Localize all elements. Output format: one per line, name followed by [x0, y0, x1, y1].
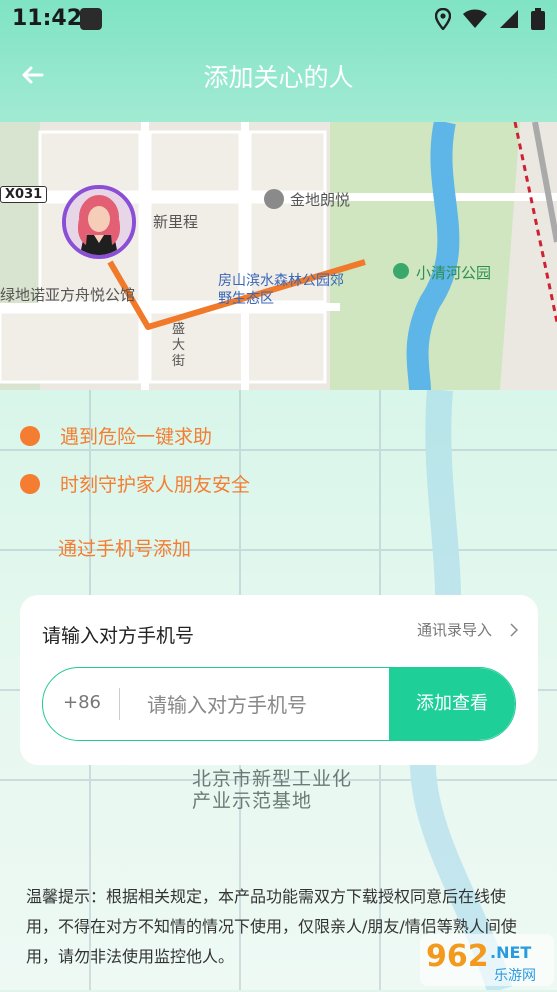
page-title: 添加关心的人	[203, 63, 354, 92]
svg-text:.NET: .NET	[490, 943, 531, 962]
app-notification-icon	[80, 8, 102, 30]
phone-input-card: 请输入对方手机号 通讯录导入 +86 添加查看	[20, 595, 538, 765]
status-time: 11:42	[12, 6, 83, 31]
avatar[interactable]	[62, 185, 136, 259]
svg-text:962: 962	[426, 939, 489, 974]
add-view-button[interactable]: 添加查看	[389, 668, 515, 740]
background-map-label: 北京市新型工业化产业示范基地	[192, 768, 353, 812]
map-label-nuoya: 绿地诺亚方舟悦公馆	[0, 286, 136, 304]
country-code[interactable]: +86	[63, 692, 101, 713]
chevron-right-icon	[510, 622, 518, 637]
location-icon	[435, 8, 451, 30]
header: 添加关心的人	[0, 40, 557, 120]
phone-input[interactable]	[145, 686, 389, 724]
status-icons	[435, 8, 545, 30]
signal-icon	[500, 10, 518, 28]
watermark-logo: 962 .NET 乐游网	[418, 928, 556, 988]
svg-text:乐游网: 乐游网	[494, 968, 536, 984]
map-label-xiaoqinghe: 小清河公园	[416, 264, 492, 282]
avatar-image	[66, 189, 132, 255]
feature-text: 遇到危险一键求助	[60, 426, 213, 448]
feature-text: 时刻守护家人朋友安全	[60, 474, 251, 496]
map-label-jindi: 金地朗悦	[290, 191, 351, 209]
map-view[interactable]: X031 新里程 金地朗悦 房山滨水森林公园郊野生态区 小清河公园 绿地诺亚方舟…	[0, 122, 557, 390]
contacts-import-label: 通讯录导入	[416, 621, 492, 639]
contacts-import-link[interactable]: 通讯录导入	[417, 619, 518, 640]
status-bar: 11:42	[0, 0, 557, 40]
card-title: 请输入对方手机号	[42, 625, 195, 647]
map-label-xinlicheng: 新里程	[153, 213, 199, 231]
bullet-icon	[20, 473, 40, 494]
battery-icon	[531, 8, 545, 30]
phone-input-row: +86 添加查看	[42, 667, 516, 741]
map-label-road: X031	[0, 186, 48, 203]
park-icon	[393, 263, 409, 279]
feature-item: 遇到危险一键求助	[20, 422, 212, 449]
add-by-phone-label: 通过手机号添加	[58, 538, 192, 560]
bullet-icon	[20, 425, 40, 446]
map-label-street: 盛大街	[172, 322, 186, 369]
wifi-icon	[463, 9, 487, 28]
map-label-fangshan: 房山滨水森林公园郊野生态区	[218, 273, 344, 307]
map-poi-icon	[264, 189, 284, 209]
divider	[119, 688, 120, 720]
feature-item: 时刻守护家人朋友安全	[20, 470, 250, 497]
